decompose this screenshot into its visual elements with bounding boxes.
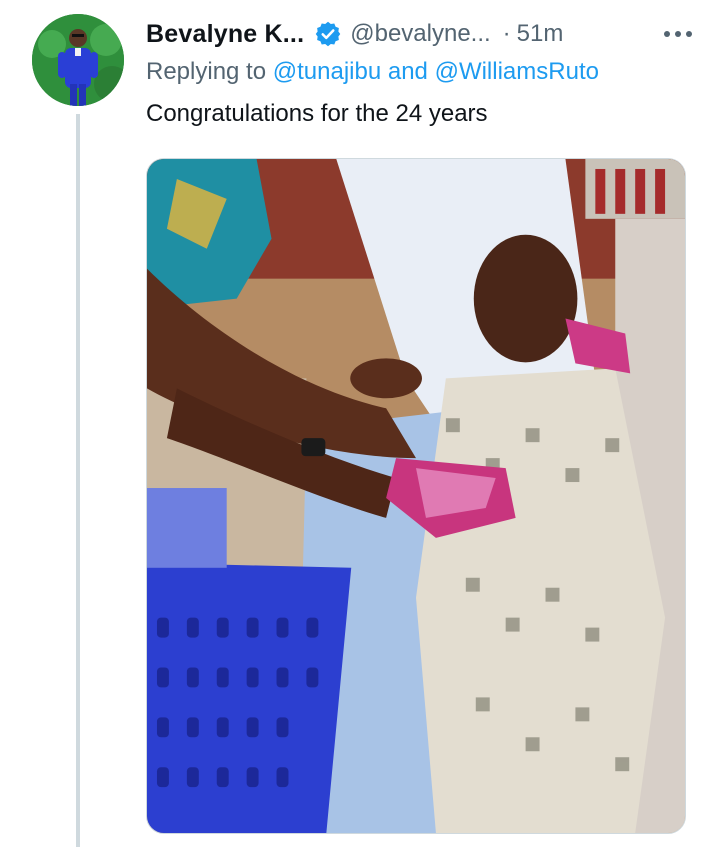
tweet-text: Congratulations for the 24 years [146, 100, 488, 127]
reply-user-link[interactable]: @WilliamsRuto [435, 58, 599, 85]
timestamp[interactable]: 51m [517, 20, 564, 48]
avatar-image [32, 14, 124, 106]
avatar[interactable] [32, 14, 124, 106]
more-options-icon[interactable] [660, 16, 696, 52]
separator-dot: · [502, 20, 511, 47]
tweet-photo[interactable] [146, 158, 686, 834]
reply-user-link[interactable]: @tunajibu [273, 58, 381, 85]
tweet[interactable]: Bevalyne K... @bevalyne... · 51m Replyin… [0, 0, 720, 847]
replying-to-line: Replying to @tunajibu and @WilliamsRuto [146, 58, 599, 86]
display-name[interactable]: Bevalyne K... [146, 20, 304, 49]
tweet-header: Bevalyne K... @bevalyne... · 51m [146, 16, 696, 52]
user-handle[interactable]: @bevalyne... [350, 20, 490, 48]
thread-line [76, 114, 80, 847]
reply-and-link[interactable]: and [388, 58, 428, 85]
replying-prefix: Replying to [146, 58, 267, 85]
photo-image [147, 159, 685, 833]
verified-badge-icon [314, 20, 342, 48]
